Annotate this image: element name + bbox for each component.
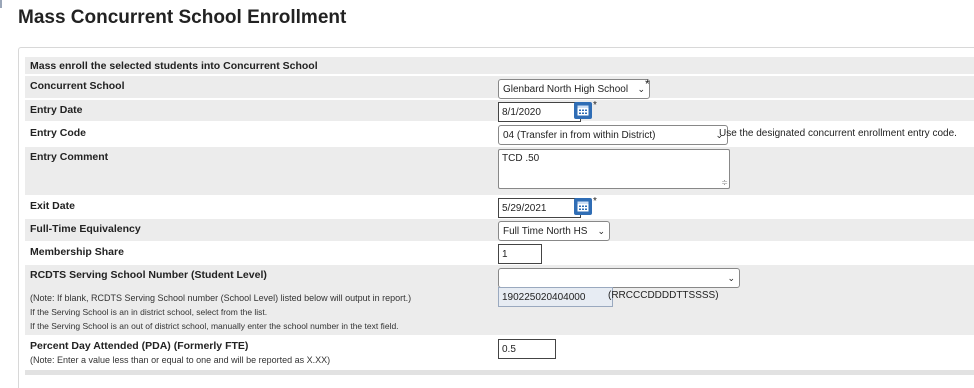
fte-label: Full-Time Equivalency	[30, 223, 141, 235]
concurrent-school-value: Glenbard North High School	[503, 83, 629, 95]
entry-code-row: Entry Code 04 (Transfer in from within D…	[25, 123, 974, 145]
entry-date-label: Entry Date	[30, 104, 83, 116]
calendar-icon[interactable]	[574, 198, 592, 215]
concurrent-school-select[interactable]: Glenbard North High School ⌄	[498, 79, 650, 99]
entry-comment-textarea[interactable]: TCD .50 ≑	[498, 149, 730, 189]
entry-code-select[interactable]: 04 (Transfer in from within District) ⌄	[498, 125, 728, 145]
pda-row: Percent Day Attended (PDA) (Formerly FTE…	[25, 337, 974, 370]
pda-note: (Note: Enter a value less than or equal …	[30, 355, 331, 365]
form-footer-band	[25, 370, 974, 375]
page-title: Mass Concurrent School Enrollment	[18, 7, 347, 28]
rcdts-row: RCDTS Serving School Number (Student Lev…	[25, 265, 974, 335]
left-edge-marker	[0, 0, 2, 8]
chevron-down-icon: ⌄	[597, 225, 605, 236]
calendar-icon[interactable]	[574, 102, 592, 119]
pda-input[interactable]: 0.5	[498, 339, 556, 359]
required-marker: *	[593, 100, 597, 111]
entry-comment-row: Entry Comment TCD .50 ≑	[25, 147, 974, 195]
rcdts-note-out-of-district: If the Serving School is an out of distr…	[30, 321, 399, 331]
membership-share-row: Membership Share 1	[25, 242, 974, 264]
rcdts-number-input[interactable]: 190225020404000	[498, 287, 613, 307]
fte-value: Full Time North HS	[503, 225, 588, 237]
exit-date-label: Exit Date	[30, 200, 75, 212]
entry-date-row: Entry Date 8/1/2020 *	[25, 100, 974, 122]
resize-grip-icon[interactable]: ≑	[721, 178, 728, 187]
membership-share-label: Membership Share	[30, 246, 124, 258]
entry-code-label: Entry Code	[30, 127, 87, 139]
entry-code-value: 04 (Transfer in from within District)	[503, 129, 656, 141]
exit-date-input[interactable]: 5/29/2021	[498, 198, 581, 218]
chevron-down-icon: ⌄	[637, 83, 645, 94]
rcdts-select[interactable]: ⌄	[498, 268, 740, 288]
chevron-down-icon: ⌄	[727, 272, 735, 283]
concurrent-school-row: Concurrent School Glenbard North High Sc…	[25, 76, 974, 99]
membership-share-input[interactable]: 1	[498, 244, 542, 264]
entry-comment-label: Entry Comment	[30, 151, 109, 163]
section-header-row: Mass enroll the selected students into C…	[25, 57, 974, 74]
fte-row: Full-Time Equivalency Full Time North HS…	[25, 219, 974, 241]
rcdts-note-blank: (Note: If blank, RCDTS Serving School nu…	[30, 293, 412, 303]
required-marker: *	[593, 196, 597, 207]
exit-date-row: Exit Date 5/29/2021 *	[25, 196, 974, 218]
pda-label: Percent Day Attended (PDA) (Formerly FTE…	[30, 340, 249, 352]
section-header: Mass enroll the selected students into C…	[30, 60, 318, 72]
rcdts-format-hint: (RRCCCDDDDTTSSSS)	[608, 290, 719, 301]
entry-comment-value: TCD .50	[502, 153, 540, 164]
entry-date-input[interactable]: 8/1/2020	[498, 102, 581, 122]
required-marker: *	[645, 77, 650, 91]
concurrent-school-label: Concurrent School	[30, 80, 125, 92]
fte-select[interactable]: Full Time North HS ⌄	[498, 221, 610, 241]
rcdts-note-in-district: If the Serving School is an in district …	[30, 307, 268, 317]
entry-code-hint: Use the designated concurrent enrollment…	[719, 128, 957, 139]
rcdts-label: RCDTS Serving School Number (Student Lev…	[30, 269, 267, 281]
